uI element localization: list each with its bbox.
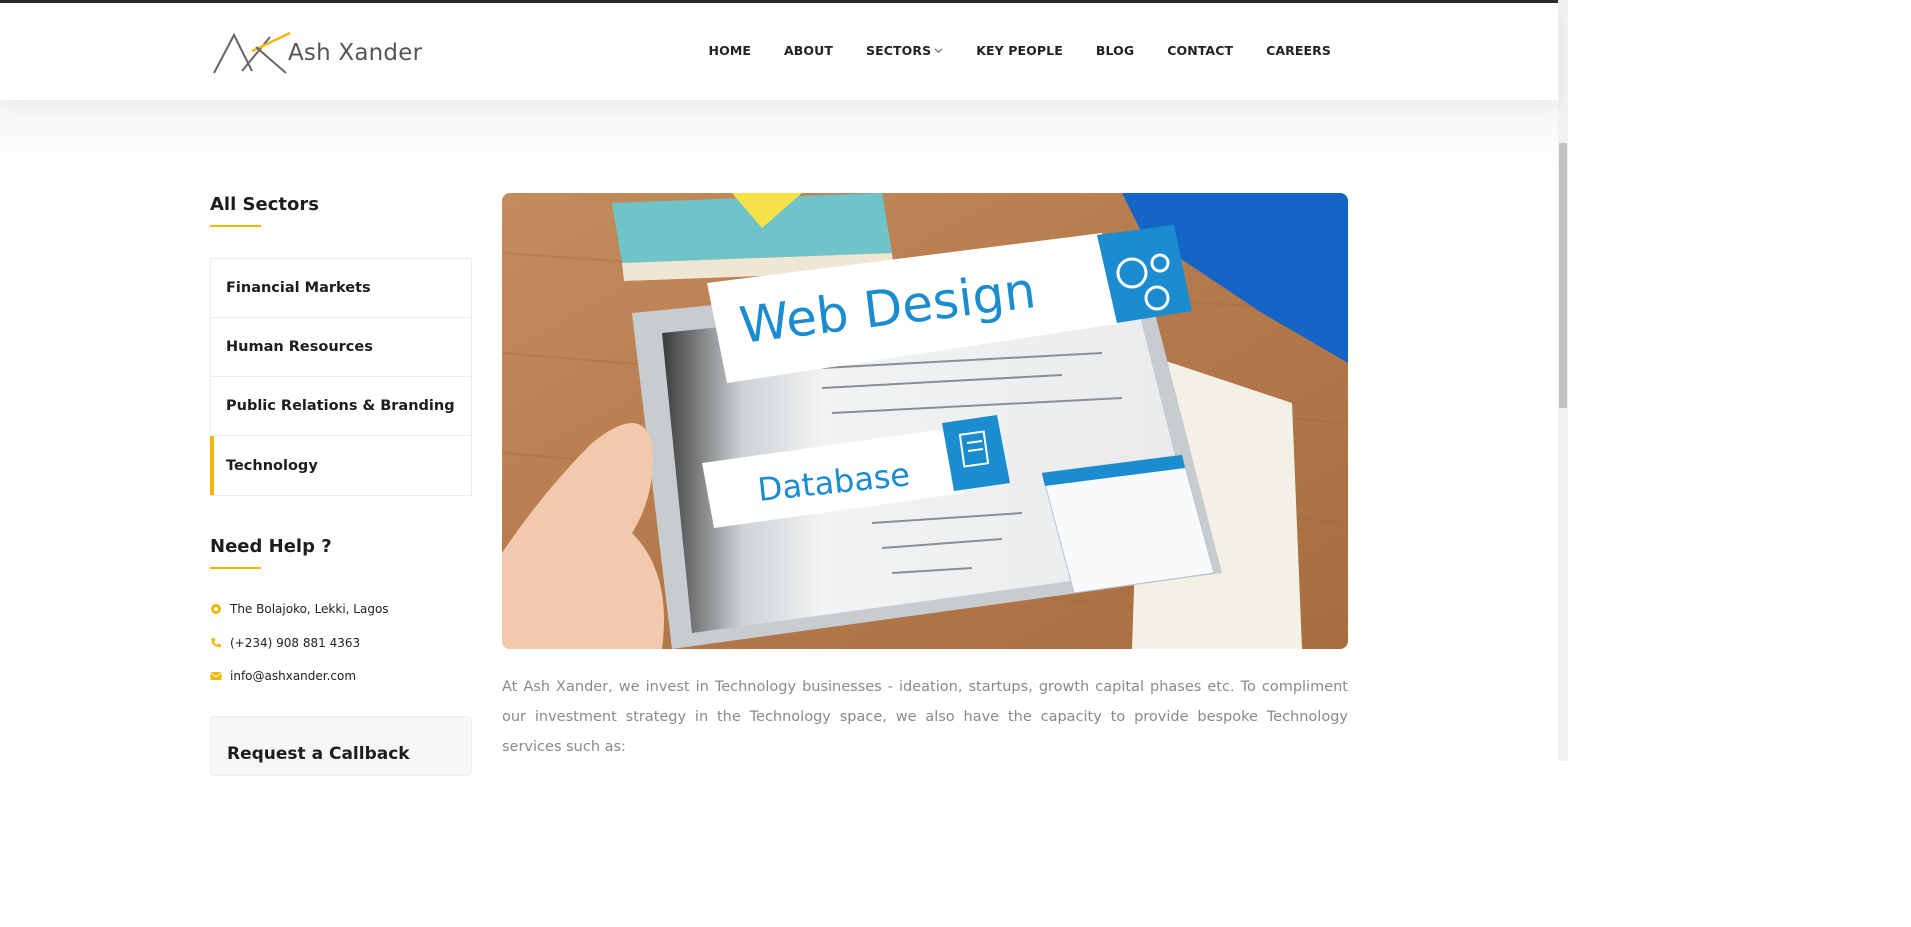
nav-home[interactable]: HOME <box>709 43 751 58</box>
intro-paragraph: At Ash Xander, we invest in Technology b… <box>502 679 1348 755</box>
contact-phone-text: (+234) 908 881 4363 <box>230 636 361 650</box>
nav-sectors[interactable]: SECTORS <box>866 43 943 58</box>
hero-image: Web Design Database <box>502 193 1348 649</box>
contact-phone[interactable]: (+234) 908 881 4363 <box>210 636 360 650</box>
nav-key-people-label: KEY PEOPLE <box>976 43 1063 58</box>
web-design-illustration: Web Design Database <box>502 193 1348 649</box>
nav-careers-label: CAREERS <box>1266 43 1331 58</box>
sector-item-technology[interactable]: Technology <box>210 436 471 495</box>
sector-item-label: Human Resources <box>226 339 373 355</box>
nav-contact[interactable]: CONTACT <box>1167 43 1233 58</box>
email-icon <box>210 672 222 680</box>
main-nav: HOME ABOUT SECTORS KEY PEOPLE BLOG CONTA… <box>709 43 1331 58</box>
brand-logo[interactable]: Ash Xander <box>212 31 422 75</box>
sectors-heading-underline <box>210 225 261 227</box>
chevron-down-icon <box>934 48 943 54</box>
scrollbar-thumb[interactable] <box>1559 143 1567 408</box>
help-heading: Need Help ? <box>210 536 332 557</box>
contact-email-text: info@ashxander.com <box>230 669 357 683</box>
logo-mark-icon <box>213 31 291 74</box>
nav-blog-label: BLOG <box>1095 43 1135 58</box>
contact-address: The Bolajoko, Lekki, Lagos <box>210 602 389 616</box>
help-heading-underline <box>210 567 261 569</box>
sectors-heading: All Sectors <box>210 194 319 215</box>
sector-item-label: Public Relations & Branding <box>226 398 455 414</box>
nav-home-label: HOME <box>708 43 752 58</box>
sector-item-human-resources[interactable]: Human Resources <box>211 318 471 377</box>
sector-item-label: Technology <box>226 457 318 474</box>
nav-careers[interactable]: CAREERS <box>1266 43 1331 58</box>
contact-email[interactable]: info@ashxander.com <box>210 669 356 683</box>
nav-key-people[interactable]: KEY PEOPLE <box>976 43 1063 58</box>
nav-sectors-label: SECTORS <box>866 43 932 58</box>
sector-list: Financial Markets Human Resources Public… <box>210 258 472 496</box>
site-header: Ash Xander HOME ABOUT SECTORS KEY PEOPLE… <box>0 3 1558 100</box>
sector-item-financial-markets[interactable]: Financial Markets <box>211 259 471 318</box>
header-shadow-band <box>0 100 1558 170</box>
nav-about[interactable]: ABOUT <box>784 43 833 58</box>
page-scrollbar[interactable] <box>1558 0 1568 761</box>
nav-blog[interactable]: BLOG <box>1096 43 1134 58</box>
location-icon <box>211 604 221 614</box>
callback-title: Request a Callback <box>227 744 410 764</box>
nav-contact-label: CONTACT <box>1167 43 1234 58</box>
sector-item-label: Financial Markets <box>226 280 371 296</box>
brand-name: Ash Xander <box>288 40 423 66</box>
callback-box: Request a Callback <box>210 716 472 776</box>
nav-about-label: ABOUT <box>784 43 834 58</box>
sector-item-public-relations[interactable]: Public Relations & Branding <box>211 377 471 436</box>
phone-icon <box>211 638 221 648</box>
contact-address-text: The Bolajoko, Lekki, Lagos <box>230 602 389 616</box>
